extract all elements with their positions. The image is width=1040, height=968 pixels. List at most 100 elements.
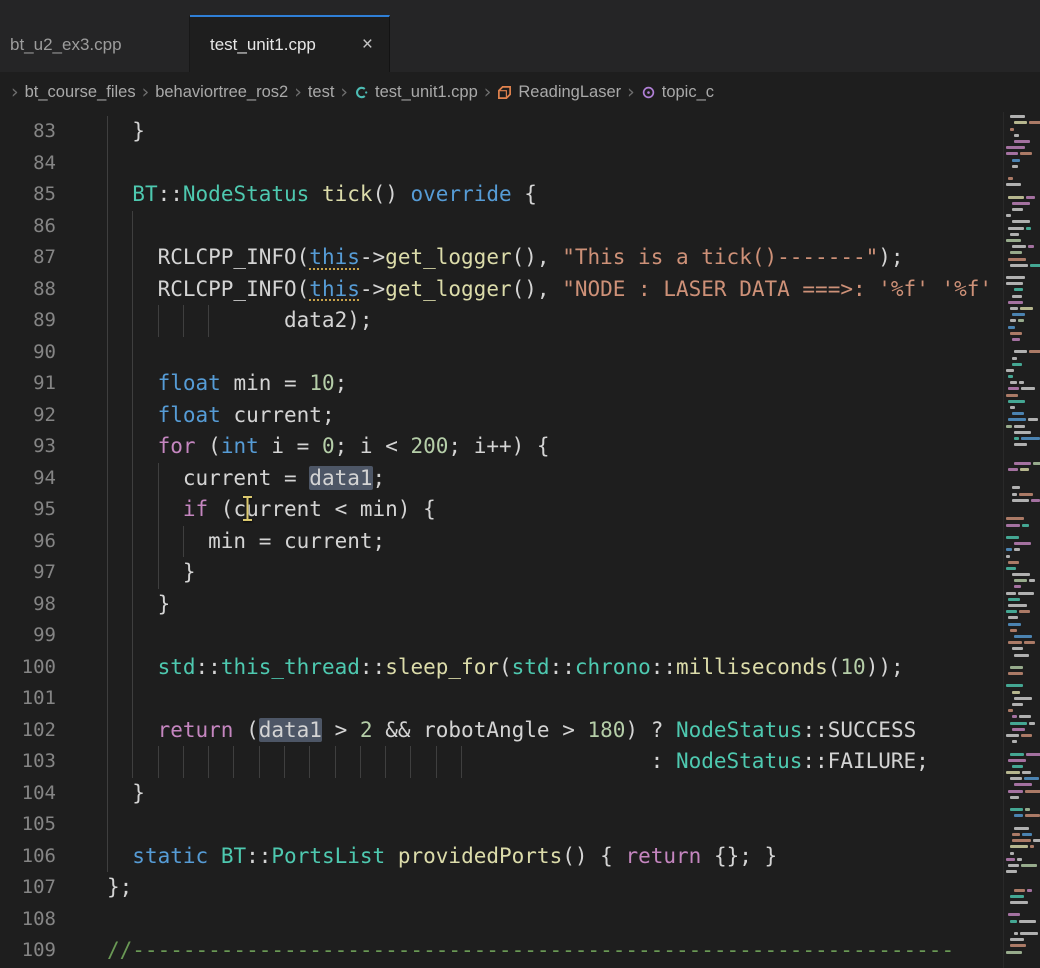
- line-number[interactable]: 84: [0, 148, 56, 180]
- breadcrumb-item-test_unit1.cpp[interactable]: test_unit1.cpp: [354, 83, 478, 102]
- minimap-token: [1006, 152, 1018, 155]
- minimap-token: [1012, 833, 1020, 836]
- minimap-line: [1004, 394, 1040, 397]
- code-line[interactable]: 91 float min = 10;: [0, 368, 1040, 400]
- code-token: >: [322, 718, 360, 742]
- minimap-token: [1010, 381, 1017, 384]
- code-token: int: [221, 434, 259, 458]
- code-line[interactable]: 101: [0, 683, 1040, 715]
- code-text: : NodeStatus::FAILURE;: [107, 746, 929, 778]
- minimap-line: [1004, 864, 1040, 867]
- line-number[interactable]: 100: [0, 652, 56, 684]
- code-line[interactable]: 103 : NodeStatus::FAILURE;: [0, 746, 1040, 778]
- code-line[interactable]: 105: [0, 809, 1040, 841]
- minimap-line: [1004, 295, 1040, 298]
- line-number[interactable]: 108: [0, 904, 56, 936]
- minimap-line: [1004, 189, 1040, 192]
- code-line[interactable]: 104 }: [0, 778, 1040, 810]
- code-token: get_logger: [385, 277, 511, 301]
- code-line[interactable]: 87 RCLCPP_INFO(this->get_logger(), "This…: [0, 242, 1040, 274]
- line-number[interactable]: 101: [0, 683, 56, 715]
- minimap-token: [1008, 598, 1020, 601]
- breadcrumb-item-behaviortree_ros2[interactable]: behaviortree_ros2: [155, 83, 288, 102]
- line-number[interactable]: 105: [0, 809, 56, 841]
- tab-test_unit1.cpp[interactable]: test_unit1.cpp×: [190, 15, 390, 72]
- chevron-right-icon: ›: [142, 81, 150, 103]
- minimap-token: [1012, 715, 1017, 718]
- minimap-token: [1008, 375, 1013, 378]
- code-line[interactable]: 95 if (current < min) {: [0, 494, 1040, 526]
- minimap-line: [1004, 152, 1040, 155]
- code-line[interactable]: 106 static BT::PortsList providedPorts()…: [0, 841, 1040, 873]
- code-line[interactable]: 102 return (data1 > 2 && robotAngle > 18…: [0, 715, 1040, 747]
- line-number[interactable]: 83: [0, 116, 56, 148]
- code-line[interactable]: 92 float current;: [0, 400, 1040, 432]
- line-number[interactable]: 88: [0, 274, 56, 306]
- line-number[interactable]: 104: [0, 778, 56, 810]
- code-line[interactable]: 96 min = current;: [0, 526, 1040, 558]
- editor[interactable]: 83 }8485 BT::NodeStatus tick() override …: [0, 112, 1040, 968]
- breadcrumb-item-bt_course_files[interactable]: bt_course_files: [25, 83, 136, 102]
- code-text: }: [107, 557, 196, 589]
- indent-guide: [107, 620, 108, 652]
- code-text: min = current;: [107, 526, 385, 558]
- tab-close-icon[interactable]: ×: [362, 34, 373, 56]
- line-number[interactable]: 87: [0, 242, 56, 274]
- line-number[interactable]: 95: [0, 494, 56, 526]
- line-number[interactable]: 96: [0, 526, 56, 558]
- code-line[interactable]: 98 }: [0, 589, 1040, 621]
- line-number[interactable]: 106: [0, 841, 56, 873]
- line-number[interactable]: 90: [0, 337, 56, 369]
- breadcrumb-label: test: [308, 83, 335, 102]
- minimap-line: [1004, 332, 1040, 335]
- minimap-token: [1010, 115, 1025, 118]
- line-number[interactable]: 102: [0, 715, 56, 747]
- minimap-token: [1008, 641, 1022, 644]
- code-line[interactable]: 97 }: [0, 557, 1040, 589]
- line-number[interactable]: 86: [0, 211, 56, 243]
- minimap-token: [1008, 616, 1018, 619]
- minimap-token: [1006, 771, 1020, 774]
- minimap-token: [1010, 406, 1015, 409]
- code-line[interactable]: 109//-----------------------------------…: [0, 935, 1040, 967]
- line-number[interactable]: 103: [0, 746, 56, 778]
- line-number[interactable]: 97: [0, 557, 56, 589]
- tab-bt_u2_ex3.cpp[interactable]: bt_u2_ex3.cpp: [0, 15, 190, 72]
- code-line[interactable]: 100 std::this_thread::sleep_for(std::chr…: [0, 652, 1040, 684]
- code-line[interactable]: 84: [0, 148, 1040, 180]
- code-line[interactable]: 89 data2);: [0, 305, 1040, 337]
- code-line[interactable]: 85 BT::NodeStatus tick() override {: [0, 179, 1040, 211]
- line-number[interactable]: 93: [0, 431, 56, 463]
- line-number[interactable]: 94: [0, 463, 56, 495]
- minimap-line: [1004, 140, 1040, 143]
- breadcrumb-item-ReadingLaser[interactable]: ReadingLaser: [497, 83, 621, 102]
- code-token: }: [107, 560, 196, 584]
- line-number[interactable]: 99: [0, 620, 56, 652]
- code-line[interactable]: 94 current = data1;: [0, 463, 1040, 495]
- minimap[interactable]: [1003, 112, 1040, 968]
- code-line[interactable]: 86: [0, 211, 1040, 243]
- code-line[interactable]: 83 }: [0, 116, 1040, 148]
- breadcrumb-item-topic_c[interactable]: topic_c: [641, 83, 714, 102]
- minimap-line: [1004, 926, 1040, 929]
- line-number[interactable]: 85: [0, 179, 56, 211]
- code-line[interactable]: 90: [0, 337, 1040, 369]
- minimap-line: [1004, 146, 1040, 149]
- code-line[interactable]: 93 for (int i = 0; i < 200; i++) {: [0, 431, 1040, 463]
- indent-guide: [309, 746, 310, 778]
- code-line[interactable]: 88 RCLCPP_INFO(this->get_logger(), "NODE…: [0, 274, 1040, 306]
- line-number[interactable]: 91: [0, 368, 56, 400]
- breadcrumb-item-test[interactable]: test: [308, 83, 335, 102]
- code-line[interactable]: 99: [0, 620, 1040, 652]
- code-line[interactable]: 108: [0, 904, 1040, 936]
- line-number[interactable]: 109: [0, 935, 56, 967]
- code-line[interactable]: 107};: [0, 872, 1040, 904]
- minimap-line: [1004, 480, 1040, 483]
- line-number[interactable]: 89: [0, 305, 56, 337]
- line-number[interactable]: 98: [0, 589, 56, 621]
- code-text: for (int i = 0; i < 200; i++) {: [107, 431, 550, 463]
- line-number[interactable]: 92: [0, 400, 56, 432]
- minimap-token: [1006, 548, 1012, 551]
- minimap-token: [1014, 425, 1025, 428]
- line-number[interactable]: 107: [0, 872, 56, 904]
